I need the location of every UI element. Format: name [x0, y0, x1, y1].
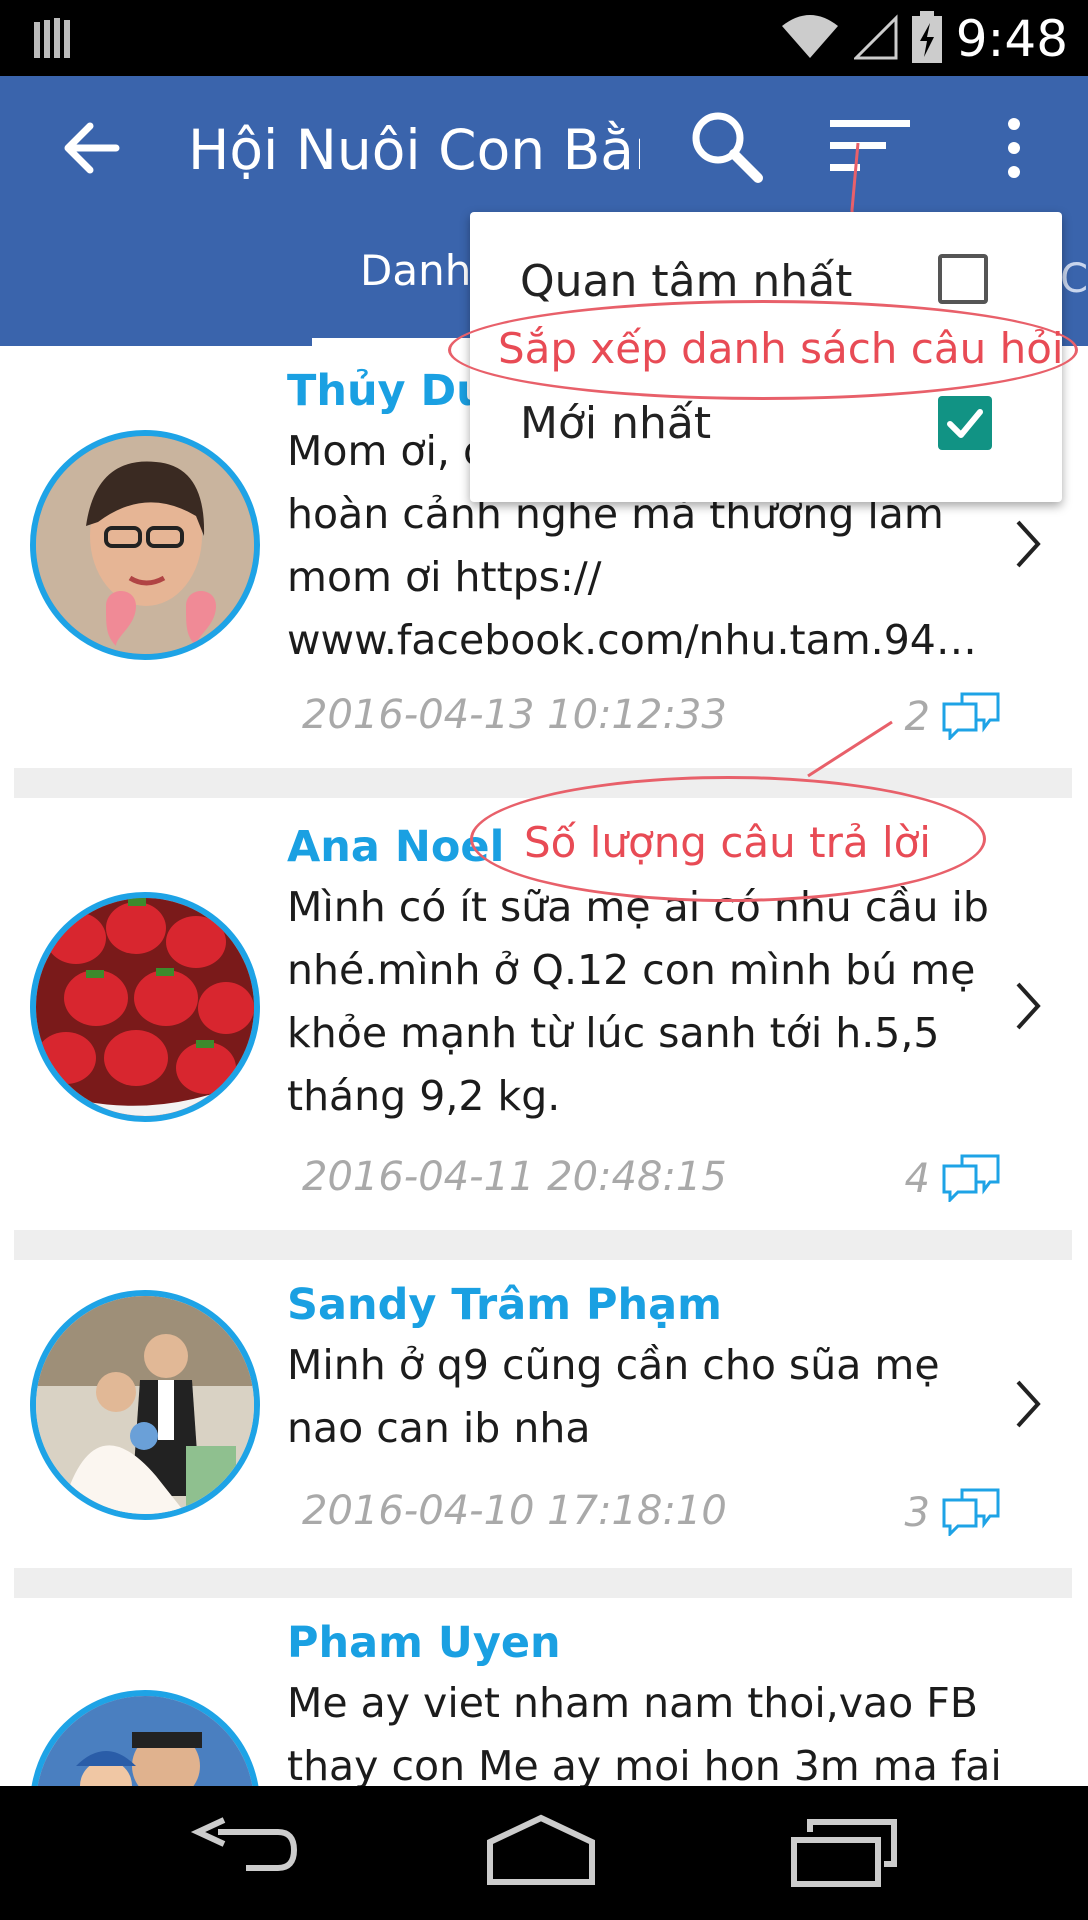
annotation-sort: Sắp xếp danh sách câu hỏi: [498, 324, 1064, 373]
sort-option-most-interest[interactable]: Quan tâm nhất: [520, 256, 852, 307]
nav-back-icon[interactable]: [190, 1816, 300, 1886]
checkbox-newest[interactable]: [938, 396, 992, 450]
nav-home-icon[interactable]: [486, 1812, 596, 1888]
navigation-bar: [0, 1786, 1088, 1920]
annotation-answer-count: Số lượng câu trả lời: [524, 818, 931, 867]
sort-option-newest[interactable]: Mới nhất: [520, 398, 711, 449]
check-icon: [947, 409, 983, 438]
checkbox-most-interest[interactable]: [938, 254, 988, 304]
nav-recent-apps-icon[interactable]: [790, 1814, 900, 1888]
